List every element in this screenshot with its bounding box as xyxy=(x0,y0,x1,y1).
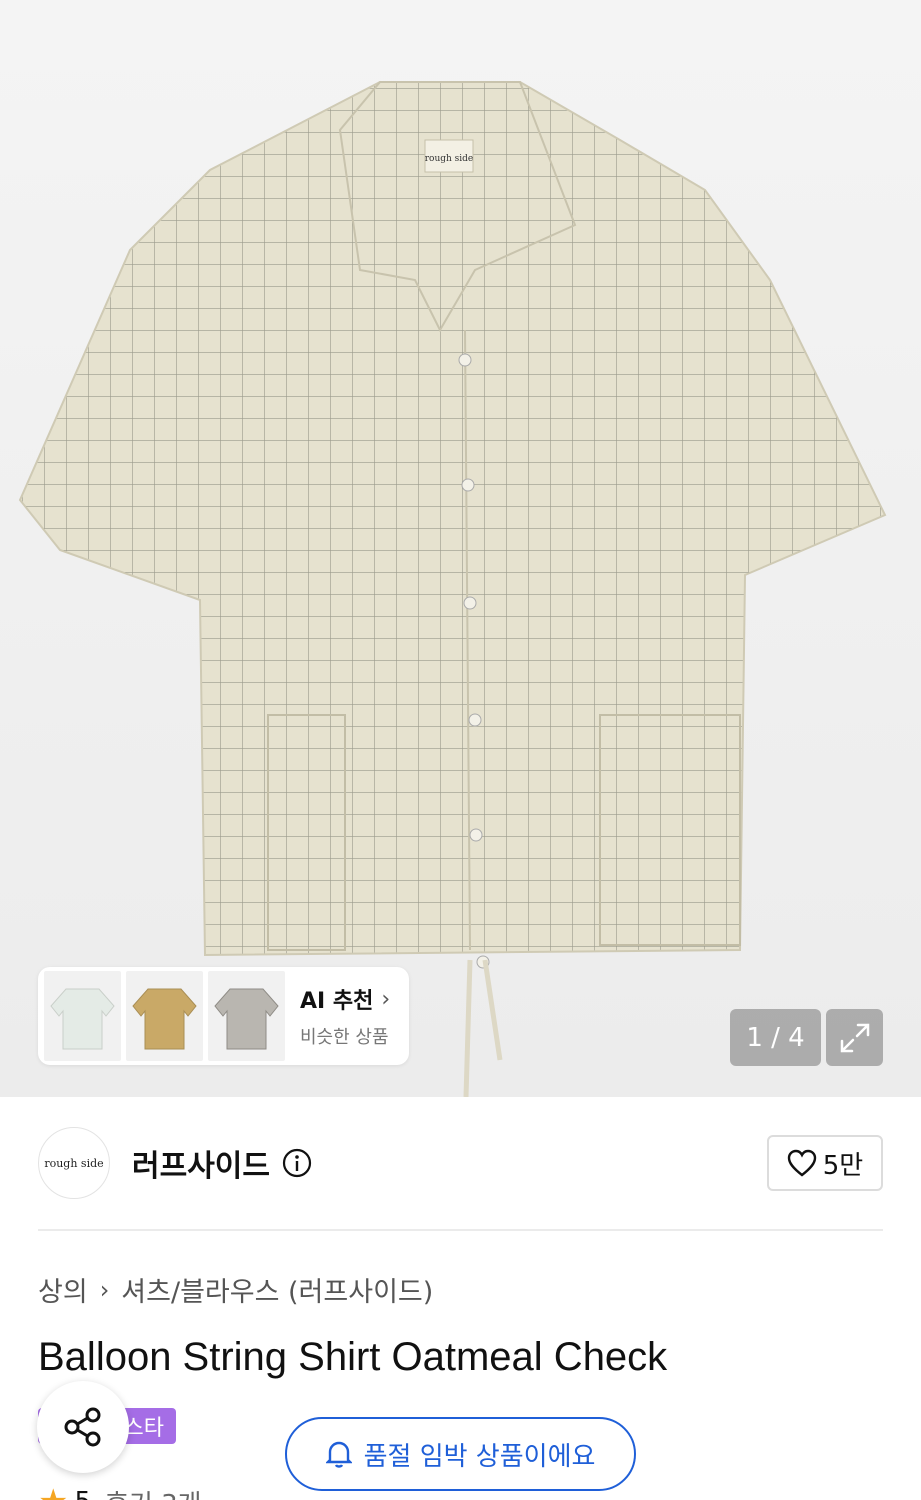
ai-recommend-card[interactable]: AI 추천 › 비슷한 상품 xyxy=(38,967,409,1065)
share-icon xyxy=(64,1407,101,1447)
stock-alert-label: 품절 임박 상품이에요 xyxy=(363,1441,596,1472)
chevron-right-icon: › xyxy=(99,1275,110,1304)
star-icon: ★ xyxy=(38,1482,68,1500)
heart-icon xyxy=(787,1149,816,1177)
image-counter: 1 / 4 xyxy=(730,1009,821,1066)
bell-icon xyxy=(325,1441,352,1468)
info-icon[interactable] xyxy=(282,1148,312,1178)
brand-logo[interactable]: rough side xyxy=(38,1127,110,1199)
ai-recommend-title: AI 추천 › xyxy=(300,986,391,1015)
brand-row: rough side 러프사이드 5만 xyxy=(38,1127,883,1199)
expand-icon[interactable] xyxy=(826,1009,883,1066)
chevron-right-icon: › xyxy=(381,986,391,1012)
breadcrumb-category[interactable]: 상의 xyxy=(38,1270,88,1309)
divider xyxy=(38,1229,883,1231)
breadcrumb-subcategory[interactable]: 셔츠/블라우스 (러프사이드) xyxy=(121,1270,433,1309)
breadcrumb: 상의 › 셔츠/블라우스 (러프사이드) xyxy=(38,1270,433,1309)
product-image: rough side xyxy=(18,81,887,1097)
stock-alert-button[interactable]: 품절 임박 상품이에요 xyxy=(285,1417,636,1491)
brand-name[interactable]: 러프사이드 xyxy=(132,1141,270,1185)
share-button[interactable] xyxy=(37,1381,129,1473)
shirt-label-text: rough side xyxy=(425,154,474,164)
product-title: Balloon String Shirt Oatmeal Check xyxy=(38,1335,668,1379)
rating-row[interactable]: ★ 5 후기 3개 xyxy=(38,1482,202,1500)
recommend-thumb-2[interactable] xyxy=(126,971,203,1061)
review-count[interactable]: 후기 3개 xyxy=(105,1484,202,1500)
recommend-thumb-3[interactable] xyxy=(208,971,285,1061)
product-image-area[interactable]: rough side AI 추천 › 비슷한 상품 1 / 4 xyxy=(0,0,921,1097)
ai-recommend-subtitle: 비슷한 상품 xyxy=(300,1027,389,1048)
like-count: 5만 xyxy=(822,1150,864,1181)
recommend-thumb-1[interactable] xyxy=(44,971,121,1061)
rating-score: 5 xyxy=(74,1487,91,1500)
like-button[interactable]: 5만 xyxy=(767,1135,883,1191)
